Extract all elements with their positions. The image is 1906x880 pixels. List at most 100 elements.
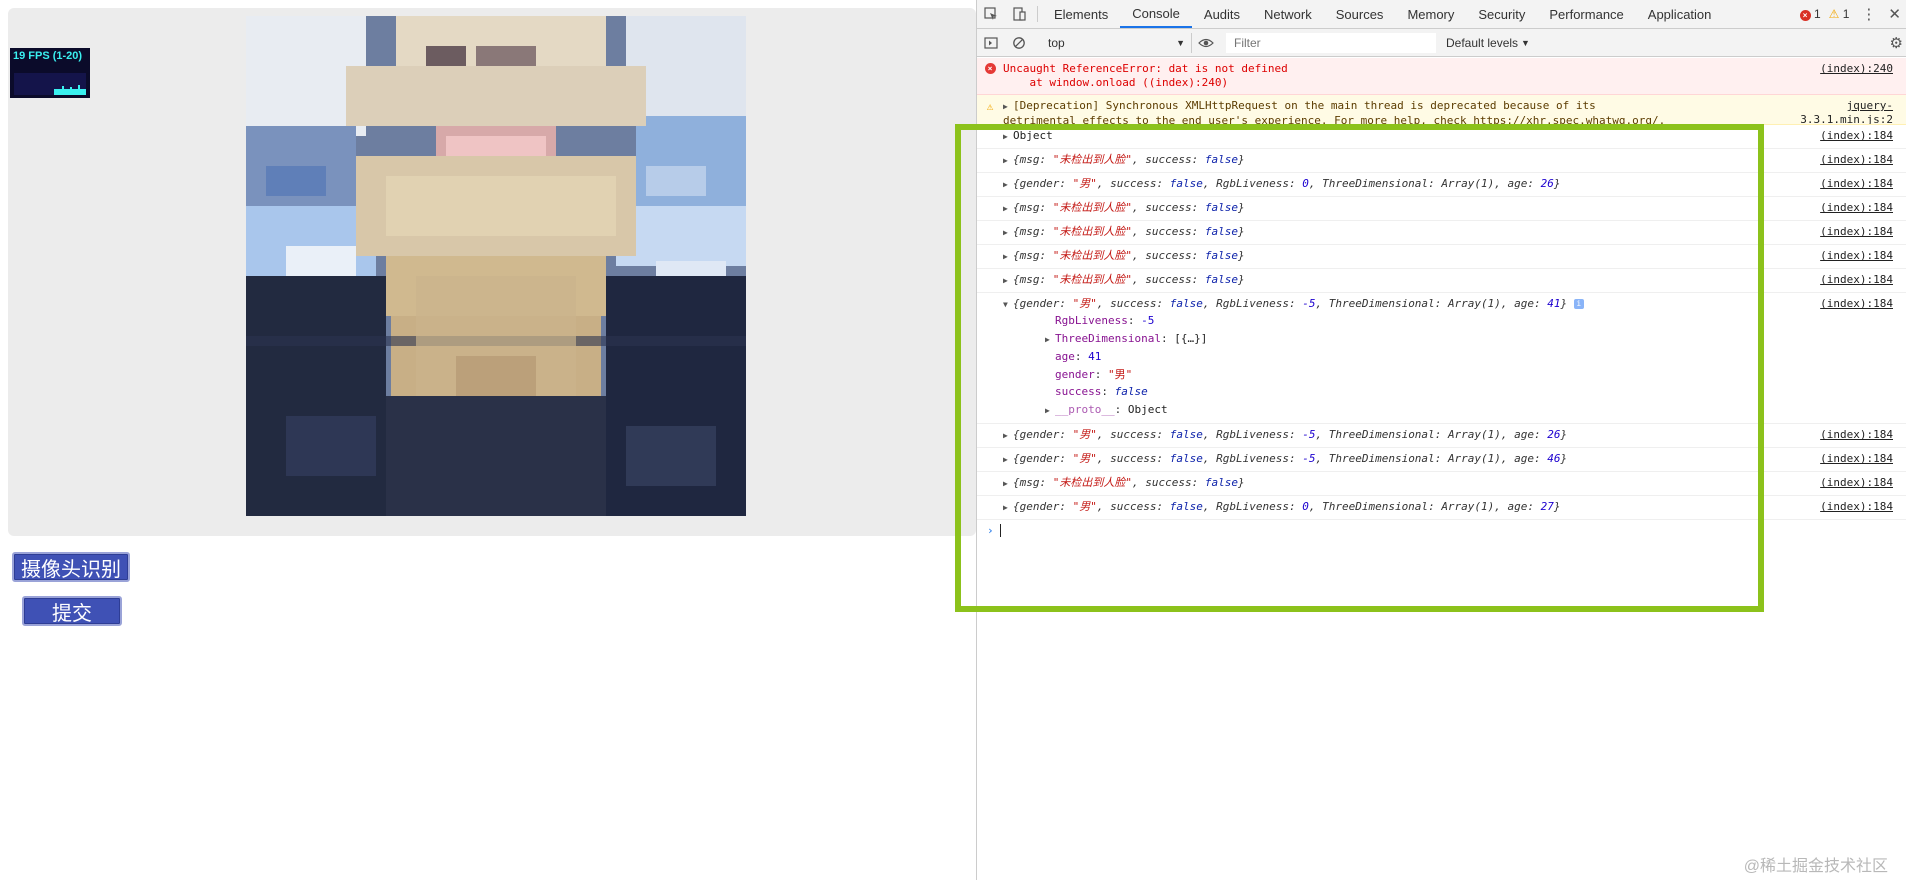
camera-recognize-button[interactable]: 摄像头识别 [12,552,130,582]
console-filter-input[interactable] [1226,32,1436,53]
key: success [1110,500,1157,513]
log-levels-dropdown[interactable]: Default levels ▼ [1446,36,1530,50]
log-source-link[interactable]: (index):184 [1817,273,1906,287]
inspect-element-icon[interactable] [977,0,1005,28]
msg-value: "未检出到人脸" [1052,273,1132,286]
expand-triangle-icon[interactable]: ▶ [1003,477,1013,491]
video-panel [8,8,976,536]
log-source-link[interactable]: (index):184 [1817,476,1906,490]
key: age [1514,452,1535,465]
key: success [1110,452,1157,465]
log-source-link[interactable]: (index):184 [1817,428,1906,442]
bool-value: false [1204,273,1238,286]
console-log-row: ▶ {gender: "男", success: false, RgbLivene… [977,424,1906,448]
expand-triangle-icon[interactable]: ▶ [1003,178,1013,192]
msg-value: "未检出到人脸" [1052,153,1132,166]
bool-value: false [1169,500,1203,513]
live-expression-eye-icon[interactable] [1192,37,1220,49]
log-source-link[interactable]: (index):184 [1817,201,1906,215]
console-log-row: ▶ {gender: "男", success: false, RgbLivene… [977,448,1906,472]
key: msg [1019,249,1040,262]
property-key: gender [1055,367,1095,381]
key: msg [1019,273,1040,286]
gender-value: "男" [1072,500,1097,513]
key: gender [1019,177,1060,190]
key: success [1145,273,1192,286]
property-value: 41 [1088,350,1102,363]
expand-triangle-icon[interactable]: ▶ [1003,429,1013,443]
key: success [1145,249,1192,262]
submit-button[interactable]: 提交 [22,596,122,626]
screen: 19 FPS (1-20) 摄像头识别 提交 Elements Console … [0,0,1906,880]
console-output: × Uncaught ReferenceError: dat is not de… [977,58,1906,880]
gender-value: "男" [1072,428,1097,441]
tab-security[interactable]: Security [1466,0,1537,28]
console-log-row: ▶ {msg: "未检出到人脸", success: false} (index):… [977,245,1906,269]
log-source-link[interactable]: (index):184 [1817,177,1906,191]
error-stack: at window.onload ((index):240) [1003,76,1229,89]
console-log-row: ▶ {msg: "未检出到人脸", success: false} (index):… [977,197,1906,221]
more-options-icon[interactable]: ⋮ [1857,5,1880,23]
expand-triangle-icon[interactable]: ▶ [1003,202,1013,216]
warning-message-cont: detrimental effects to the end user's ex… [1003,114,1666,125]
object-property: ▶ ThreeDimensional: [{…}] [1003,330,1817,349]
tab-application[interactable]: Application [1636,0,1724,28]
expand-triangle-icon[interactable]: ▶ [1045,331,1055,349]
close-devtools-icon[interactable]: ✕ [1888,5,1901,23]
key: gender [1019,452,1060,465]
error-source-link[interactable]: (index):240 [1817,62,1906,76]
expand-triangle-icon[interactable]: ▶ [1003,226,1013,240]
gender-value: "男" [1072,452,1097,465]
tab-audits[interactable]: Audits [1192,0,1252,28]
expand-triangle-icon[interactable]: ▶ [1003,274,1013,288]
log-source-link[interactable]: (index):184 [1817,500,1906,514]
fps-graph [14,73,86,95]
tab-elements[interactable]: Elements [1042,0,1120,28]
tab-network[interactable]: Network [1252,0,1324,28]
context-selector[interactable]: top ▼ [1042,32,1192,53]
expand-triangle-icon[interactable]: ▶ [1003,250,1013,264]
console-settings-gear-icon[interactable]: ⚙ [1890,34,1906,52]
key: age [1507,177,1528,190]
expand-triangle-icon[interactable]: ▼ [1003,298,1013,312]
log-source-link[interactable]: (index):184 [1817,249,1906,263]
property-key: RgbLiveness [1055,314,1128,327]
clear-console-icon[interactable] [1005,36,1033,50]
object-property: ▶ __proto__: Object [1003,401,1817,420]
age-value: 41 [1547,297,1561,310]
key: ThreeDimensional [1328,428,1435,441]
rgb-liveness-value: 0 [1302,500,1309,513]
bool-value: false [1204,249,1238,262]
tab-memory[interactable]: Memory [1395,0,1466,28]
key: RgbLiveness [1216,500,1289,513]
tab-performance[interactable]: Performance [1537,0,1635,28]
gender-value: "男" [1072,297,1097,310]
log-source-link[interactable]: (index):184 [1817,225,1906,239]
warning-source-link[interactable]: jquery-3.3.1.min.js:2 [1777,99,1906,124]
issue-counts[interactable]: × 1 ⚠ 1 ⋮ ✕ [1799,0,1906,28]
expand-triangle-icon[interactable]: ▶ [1045,402,1055,420]
context-value: top [1048,35,1065,50]
property-value: "男" [1108,367,1133,381]
expand-triangle-icon[interactable]: ▶ [1003,501,1013,515]
msg-value: "未检出到人脸" [1052,476,1132,489]
expand-triangle-icon[interactable]: ▶ [1003,100,1013,114]
expand-triangle-icon[interactable]: ▶ [1003,154,1013,168]
log-source-link[interactable]: (index):184 [1817,153,1906,167]
expand-triangle-icon[interactable]: ▶ [1003,453,1013,467]
tab-console[interactable]: Console [1120,0,1192,28]
log-source-link[interactable]: (index):184 [1817,297,1906,311]
device-toolbar-icon[interactable] [1005,0,1033,28]
log-source-link[interactable]: (index):184 [1817,129,1906,143]
age-value: 26 [1547,428,1561,441]
warning-message: [Deprecation] Synchronous XMLHttpRequest… [1013,99,1596,112]
age-value: 46 [1547,452,1561,465]
log-source-link[interactable]: (index):184 [1817,452,1906,466]
expand-triangle-icon[interactable]: ▶ [1003,130,1013,144]
error-icon: × [984,63,996,74]
dropdown-arrow-icon: ▼ [1521,37,1530,48]
key: success [1110,297,1157,310]
tab-sources[interactable]: Sources [1324,0,1396,28]
console-prompt[interactable]: › [977,520,1906,540]
show-sidebar-icon[interactable] [977,36,1005,50]
